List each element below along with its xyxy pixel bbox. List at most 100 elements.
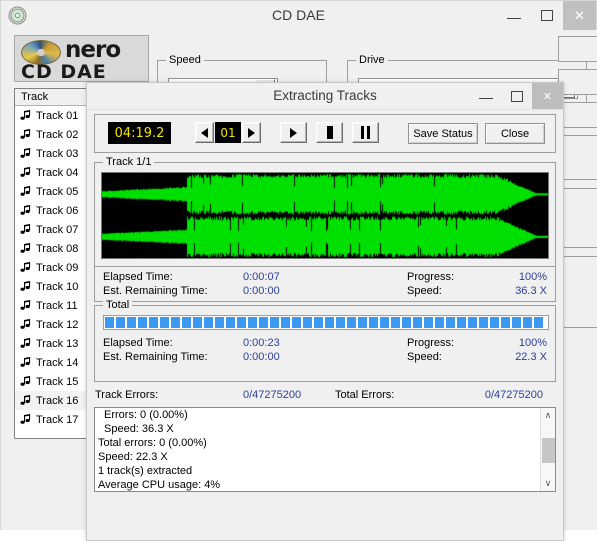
track-list-item[interactable]: Track 06 [15,201,95,220]
track-list-item[interactable]: Track 09 [15,258,95,277]
log-line: Speed: 36.3 X [104,423,174,435]
progress-segment [193,317,202,328]
stop-button[interactable] [316,122,343,143]
track-column-header[interactable]: Track [15,89,95,106]
track-list-item-label: Track 16 [36,394,79,407]
progress-segment [270,317,279,328]
track-list-item[interactable]: Track 08 [15,239,95,258]
progress-segment [534,317,543,328]
dialog-close-icon[interactable]: ✕ [532,83,563,109]
scrollbar-thumb[interactable] [542,438,555,463]
scroll-down-icon[interactable]: ∨ [541,476,555,491]
dialog-titlebar: Extracting Tracks ✕ [87,83,563,110]
close-button[interactable]: Close [485,123,545,144]
progress-segment [424,317,433,328]
dialog-minimize-button[interactable] [470,83,501,109]
track-waveform-group: Track 1/1 [94,156,556,267]
progress-segment [314,317,323,328]
track-list-item[interactable]: Track 12 [15,315,95,334]
progress-segment [413,317,422,328]
track-elapsed-label: Elapsed Time: [103,271,173,283]
track-list-item[interactable]: Track 15 [15,372,95,391]
track-errors-label: Track Errors: [95,389,159,401]
track-list-item[interactable]: Track 17 [15,410,95,429]
log-line: Errors: 0 (0.00%) [104,409,188,421]
track-list-item[interactable]: Track 02 [15,125,95,144]
progress-segment [391,317,400,328]
track-list-item-label: Track 05 [36,185,79,198]
track-list-item[interactable]: Track 04 [15,163,95,182]
track-list-item[interactable]: Track 07 [15,220,95,239]
speed-group-title: Speed [166,54,204,66]
track-list-item[interactable]: Track 01 [15,106,95,125]
progress-segment [303,317,312,328]
progress-segment [138,317,147,328]
progress-segment [479,317,488,328]
play-button[interactable] [280,122,307,143]
side-button-1[interactable] [558,36,597,62]
progress-segment [512,317,521,328]
total-progress-value: 100% [518,337,547,349]
progress-segment [149,317,158,328]
progress-segment [490,317,499,328]
total-group: Total Elapsed Time: 0:00:23 Est. Remaini… [94,299,556,382]
music-note-icon [19,204,32,217]
track-list-item[interactable]: Track 03 [15,144,95,163]
track-elapsed-value: 0:00:07 [243,271,280,283]
track-stats-panel: Elapsed Time: 0:00:07 Est. Remaining Tim… [94,267,556,302]
log-line: Total errors: 0 (0.00%) [98,437,207,449]
dialog-client-area: 04:19.2 01 Save Status Close Track 1/1 E… [87,109,563,540]
total-progress-label: Progress: [407,337,455,349]
progress-segment [336,317,345,328]
track-list-item[interactable]: Track 14 [15,353,95,372]
waveform-display [101,172,549,259]
log-panel[interactable]: Errors: 0 (0.00%) Speed: 36.3 X Total erro… [94,407,556,492]
close-icon[interactable]: ✕ [563,1,596,30]
track-list-item[interactable]: Track 11 [15,296,95,315]
music-note-icon [19,280,32,293]
track-list-item-label: Track 12 [36,318,79,331]
progress-segment [281,317,290,328]
track-group-title: Track 1/1 [103,156,155,168]
track-list-item[interactable]: Track 13 [15,334,95,353]
track-errors-value: 0/47275200 [243,389,302,401]
progress-segment [402,317,411,328]
maximize-button[interactable] [530,1,563,30]
progress-segment [248,317,257,328]
next-track-button[interactable] [242,122,261,143]
progress-segment [116,317,125,328]
track-list[interactable]: Track Track 01 Track 02 Track 03 Track 04 Tr… [14,88,96,439]
log-lines: Errors: 0 (0.00%) Speed: 36.3 X Total erro… [95,408,555,491]
scroll-up-icon[interactable]: ∧ [541,408,555,423]
progress-segment [204,317,213,328]
track-list-item-label: Track 09 [36,261,79,274]
track-number-display: 01 [215,122,241,143]
main-window-controls: ✕ [497,1,596,30]
progress-segment [182,317,191,328]
track-list-item[interactable]: Track 16 [15,391,95,410]
music-note-icon [19,318,32,331]
minimize-button[interactable] [497,1,530,30]
track-list-item[interactable]: Track 05 [15,182,95,201]
pause-button[interactable] [352,122,379,143]
track-list-item-label: Track 14 [36,356,79,369]
track-progress-label: Progress: [407,271,455,283]
track-list-item-label: Track 07 [36,223,79,236]
track-list-item[interactable]: Track 10 [15,277,95,296]
dialog-window-controls: ✕ [470,83,563,109]
music-note-icon [19,147,32,160]
progress-segment [523,317,532,328]
music-note-icon [19,299,32,312]
progress-segment [468,317,477,328]
drive-group-title: Drive [356,54,388,66]
progress-segment [435,317,444,328]
log-scrollbar[interactable]: ∧ ∨ [540,408,555,491]
save-status-button[interactable]: Save Status [408,123,478,144]
music-note-icon [19,394,32,407]
log-line: Speed: 22.3 X [98,451,168,463]
track-list-item-label: Track 11 [36,299,78,312]
dialog-maximize-button[interactable] [501,83,532,109]
progress-segment [358,317,367,328]
previous-track-button[interactable] [195,122,214,143]
nero-wordmark: nero [65,37,121,63]
